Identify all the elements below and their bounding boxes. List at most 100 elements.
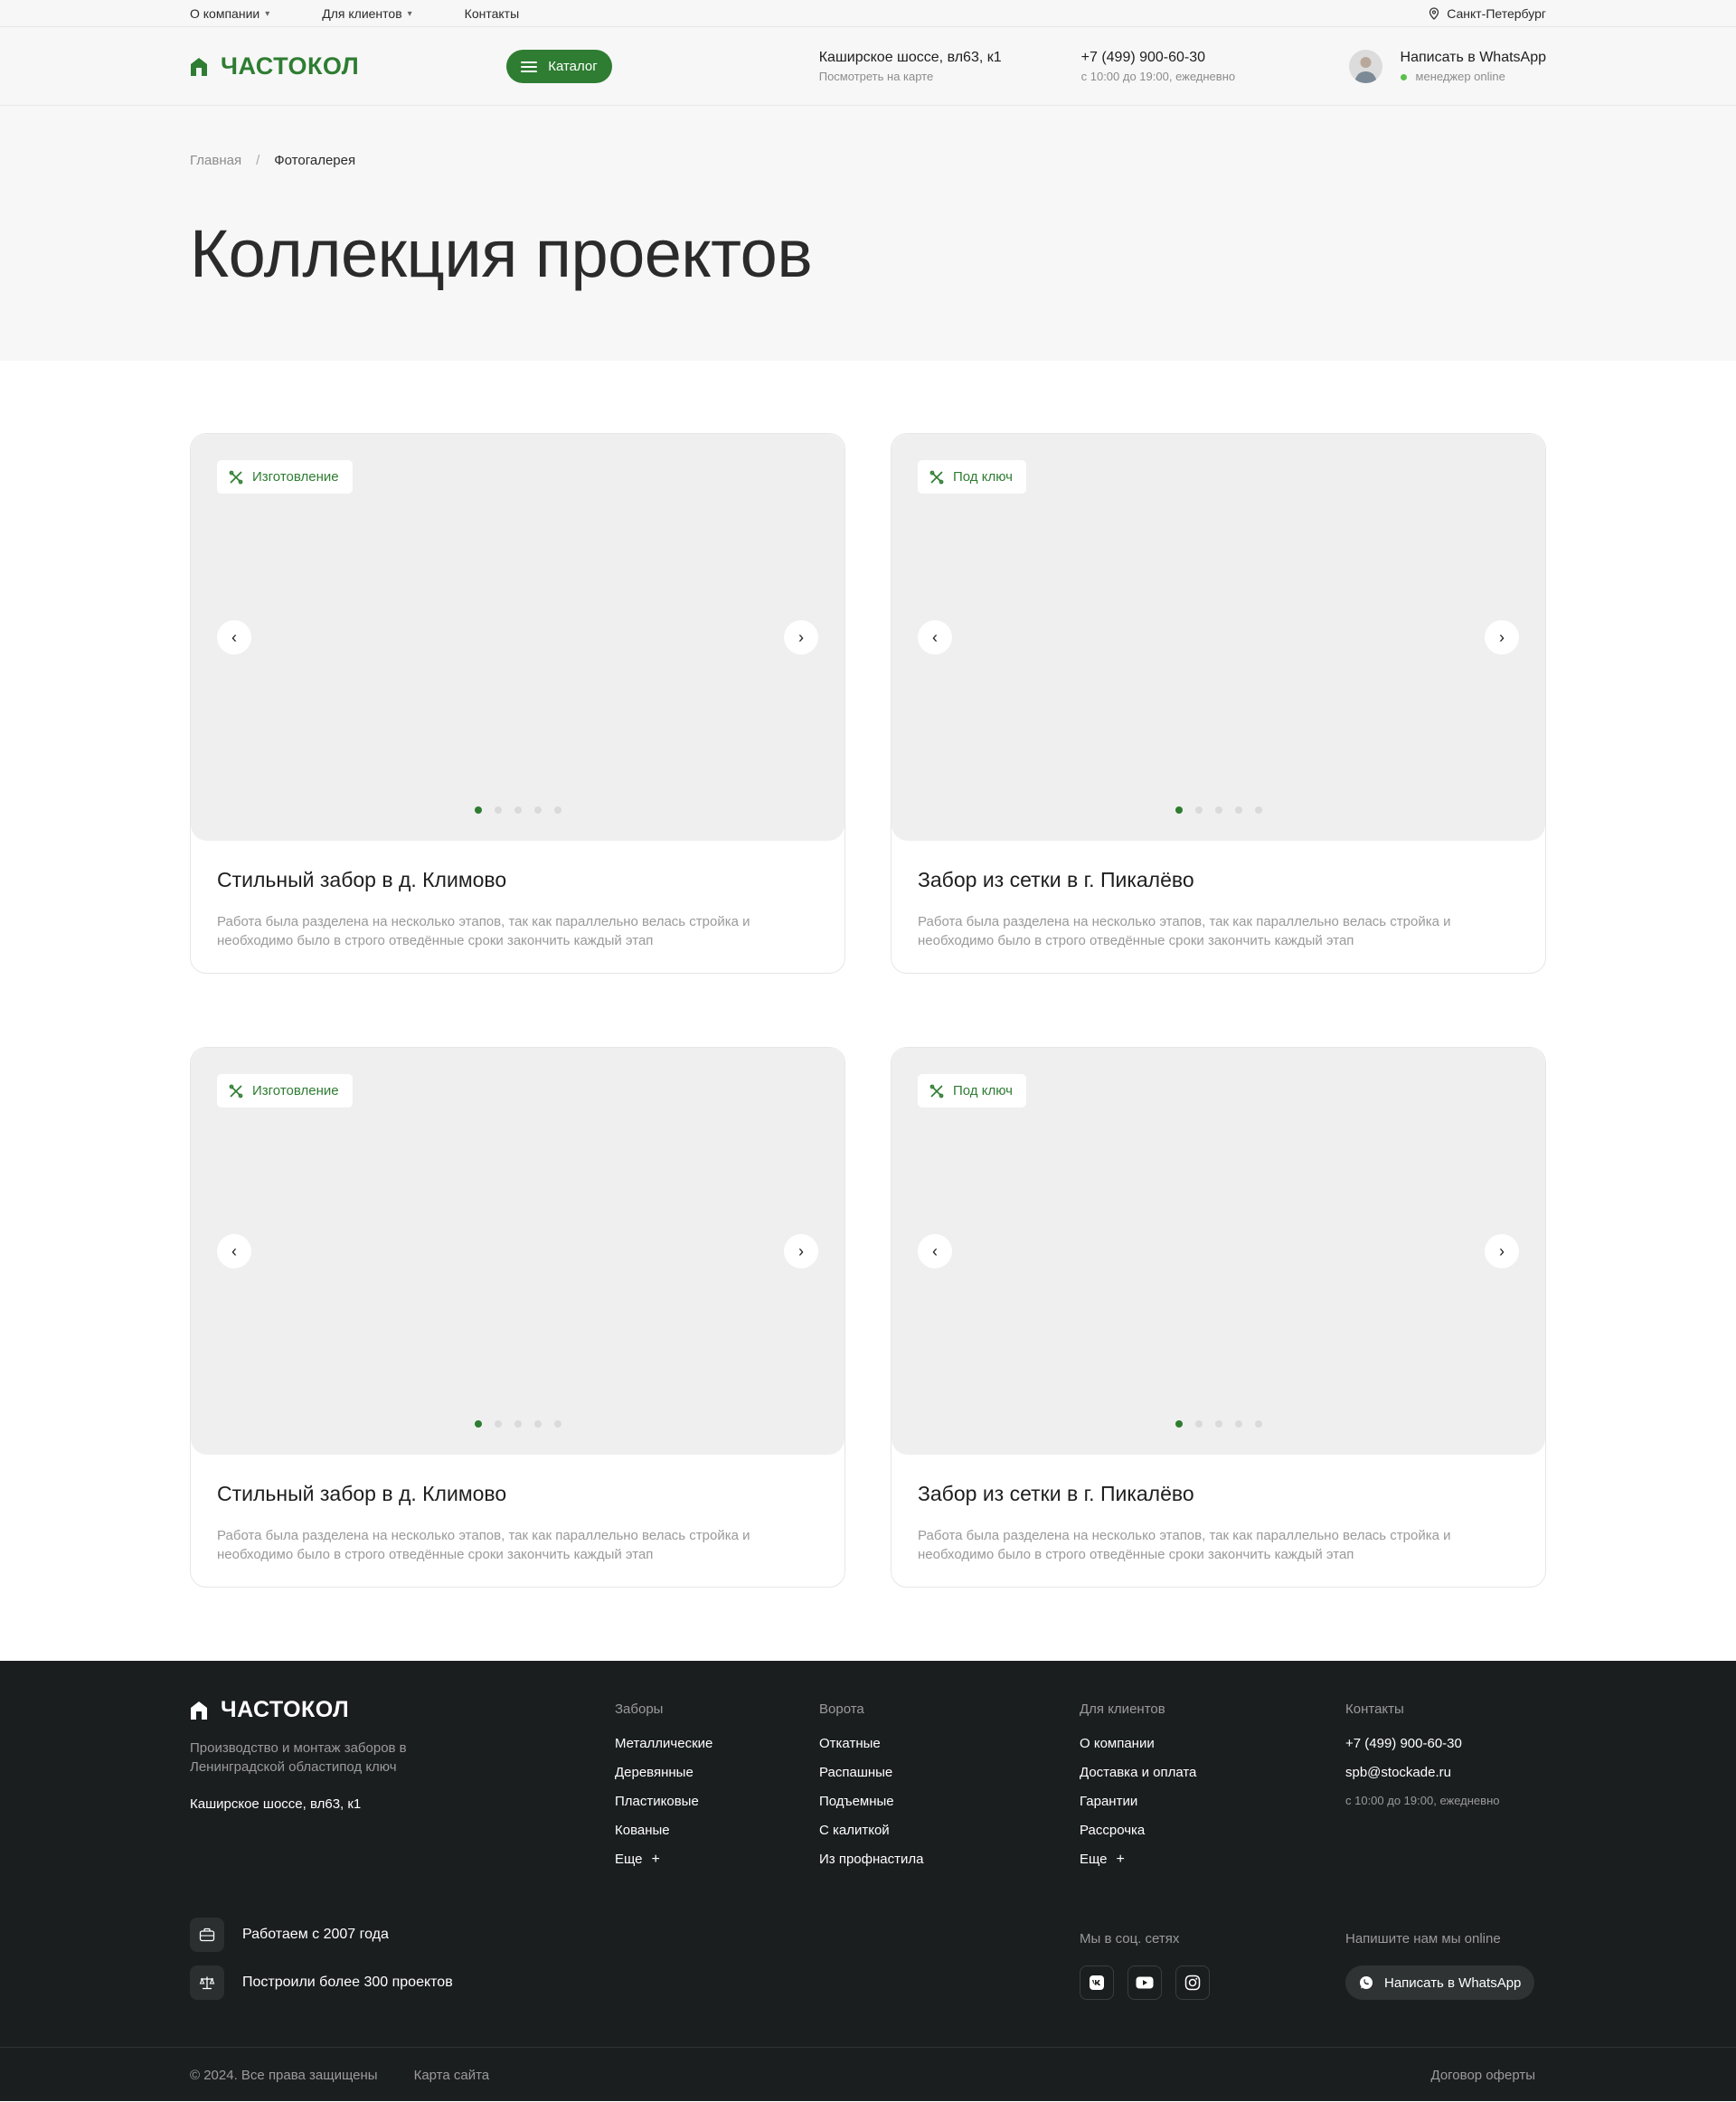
- slider-next-button[interactable]: ›: [1485, 1234, 1519, 1268]
- project-title[interactable]: Забор из сетки в г. Пикалёво: [918, 868, 1519, 892]
- footer-link[interactable]: Деревянные: [615, 1765, 712, 1780]
- project-tag: Изготовление: [217, 460, 353, 494]
- project-title[interactable]: Стильный забор в д. Климово: [217, 868, 818, 892]
- slider-dot[interactable]: [1255, 1420, 1262, 1428]
- slider-dot[interactable]: [1255, 806, 1262, 814]
- whatsapp-button[interactable]: Написать в WhatsApp: [1345, 1965, 1534, 2000]
- project-description: Работа была разделена на несколько этапо…: [217, 912, 796, 950]
- footer-link[interactable]: Кованые: [615, 1823, 712, 1838]
- footer-phone[interactable]: +7 (499) 900-60-30: [1345, 1736, 1499, 1751]
- slider-prev-button[interactable]: ‹: [918, 620, 952, 655]
- footer-link[interactable]: Распашные: [819, 1765, 923, 1780]
- slider-prev-button[interactable]: ‹: [217, 1234, 251, 1268]
- footer-link[interactable]: Пластиковые: [615, 1794, 712, 1809]
- logo[interactable]: ЧАСТОКОЛ: [190, 52, 359, 80]
- plus-icon: +: [1117, 1852, 1125, 1868]
- house-logo-icon: [190, 57, 208, 77]
- project-slider[interactable]: Под ключ ‹ ›: [892, 1048, 1545, 1455]
- slider-dot[interactable]: [495, 1420, 502, 1428]
- header-phone[interactable]: +7 (499) 900-60-30 с 10:00 до 19:00, еже…: [1081, 50, 1235, 83]
- slider-dot[interactable]: [1215, 1420, 1222, 1428]
- feature-label: Построили более 300 проектов: [242, 1975, 453, 1991]
- project-slider[interactable]: Под ключ ‹ ›: [892, 434, 1545, 841]
- whatsapp-button-label: Написать в WhatsApp: [1384, 1975, 1521, 1991]
- project-card[interactable]: Под ключ ‹ › Забор из сетки в г. Пикалёв…: [891, 1047, 1546, 1588]
- slider-dot[interactable]: [1175, 1420, 1183, 1428]
- slider-dot[interactable]: [554, 1420, 561, 1428]
- slider-next-button[interactable]: ›: [1485, 620, 1519, 655]
- project-title[interactable]: Стильный забор в д. Климово: [217, 1482, 818, 1506]
- catalog-button[interactable]: Каталог: [506, 50, 612, 83]
- project-card[interactable]: Изготовление ‹ › Стильный забор в д. Кли…: [190, 1047, 845, 1588]
- chevron-right-icon: ›: [1499, 628, 1505, 647]
- footer-link[interactable]: С калиткой: [819, 1823, 923, 1838]
- slider-dot[interactable]: [534, 806, 542, 814]
- footer-link[interactable]: Из профнастила: [819, 1852, 923, 1867]
- topbar-link-label: Контакты: [465, 6, 519, 21]
- slider-dot[interactable]: [514, 806, 522, 814]
- footer-more-link[interactable]: Еще+: [615, 1852, 712, 1867]
- page-title: Коллекция проектов: [190, 215, 1546, 292]
- footer-email[interactable]: spb@stockade.ru: [1345, 1765, 1499, 1780]
- address-text: Каширское шоссе, вл63, к1: [819, 50, 1002, 66]
- slider-dot[interactable]: [1195, 1420, 1203, 1428]
- footer-col-title: Контакты: [1345, 1701, 1499, 1717]
- footer-link[interactable]: Гарантии: [1080, 1794, 1196, 1809]
- slider-dot[interactable]: [1235, 806, 1242, 814]
- sitemap-link[interactable]: Карта сайта: [414, 2068, 490, 2083]
- footer-more-link[interactable]: Еще+: [1080, 1852, 1196, 1867]
- slider-next-button[interactable]: ›: [784, 620, 818, 655]
- map-link[interactable]: Посмотреть на карте: [819, 70, 1002, 83]
- breadcrumb-separator: /: [256, 153, 259, 168]
- city-selector[interactable]: Санкт-Петербург: [1429, 6, 1546, 21]
- slider-dot[interactable]: [1215, 806, 1222, 814]
- slider-dots: [191, 806, 844, 814]
- chevron-right-icon: ›: [798, 1242, 804, 1261]
- slider-dot[interactable]: [554, 806, 561, 814]
- footer-description: Производство и монтаж заборов в Ленингра…: [190, 1739, 461, 1777]
- slider-prev-button[interactable]: ‹: [217, 620, 251, 655]
- offer-link[interactable]: Договор оферты: [1431, 2068, 1736, 2083]
- footer-link[interactable]: О компании: [1080, 1736, 1196, 1751]
- project-description: Работа была разделена на несколько этапо…: [918, 912, 1496, 950]
- manager-avatar: [1349, 50, 1382, 83]
- slider-prev-button[interactable]: ‹: [918, 1234, 952, 1268]
- project-card[interactable]: Под ключ ‹ › Забор из сетки в г. Пикалёв…: [891, 433, 1546, 974]
- footer-link[interactable]: Рассрочка: [1080, 1823, 1196, 1838]
- house-logo-icon: [190, 1701, 208, 1720]
- slider-next-button[interactable]: ›: [784, 1234, 818, 1268]
- footer-logo[interactable]: ЧАСТОКОЛ: [190, 1697, 349, 1723]
- slider-dot[interactable]: [495, 806, 502, 814]
- footer-link[interactable]: Подъемные: [819, 1794, 923, 1809]
- youtube-icon[interactable]: [1127, 1965, 1162, 2000]
- footer-col-title: Ворота: [819, 1701, 923, 1717]
- slider-dot[interactable]: [475, 1420, 482, 1428]
- topbar-link-clients[interactable]: Для клиентов▾: [322, 6, 411, 21]
- slider-dot[interactable]: [1235, 1420, 1242, 1428]
- project-slider[interactable]: Изготовление ‹ ›: [191, 434, 844, 841]
- slider-dot[interactable]: [514, 1420, 522, 1428]
- topbar-link-company[interactable]: О компании▾: [190, 6, 269, 21]
- project-card[interactable]: Изготовление ‹ › Стильный забор в д. Кли…: [190, 433, 845, 974]
- slider-dot[interactable]: [475, 806, 482, 814]
- footer-link[interactable]: Откатные: [819, 1736, 923, 1751]
- slider-dot[interactable]: [1175, 806, 1183, 814]
- project-slider[interactable]: Изготовление ‹ ›: [191, 1048, 844, 1455]
- logo-text: ЧАСТОКОЛ: [221, 52, 359, 80]
- instagram-icon[interactable]: [1175, 1965, 1210, 2000]
- phone-text[interactable]: +7 (499) 900-60-30: [1081, 50, 1235, 66]
- footer-link[interactable]: Доставка и оплата: [1080, 1765, 1196, 1780]
- breadcrumb: Главная / Фотогалерея: [190, 106, 1546, 168]
- footer-link[interactable]: Металлические: [615, 1736, 712, 1751]
- slider-dot[interactable]: [1195, 806, 1203, 814]
- slider-dot[interactable]: [534, 1420, 542, 1428]
- topbar-link-contacts[interactable]: Контакты: [465, 6, 519, 21]
- project-tag: Под ключ: [918, 460, 1026, 494]
- social-title: Мы в соц. сетях: [1080, 1931, 1179, 1946]
- topbar-link-label: Для клиентов: [322, 6, 401, 21]
- vk-icon[interactable]: [1080, 1965, 1114, 2000]
- header-address[interactable]: Каширское шоссе, вл63, к1 Посмотреть на …: [819, 50, 1002, 83]
- project-title[interactable]: Забор из сетки в г. Пикалёво: [918, 1482, 1519, 1506]
- whatsapp-contact[interactable]: Написать в WhatsApp менеджер online: [1349, 50, 1546, 83]
- breadcrumb-home[interactable]: Главная: [190, 153, 241, 168]
